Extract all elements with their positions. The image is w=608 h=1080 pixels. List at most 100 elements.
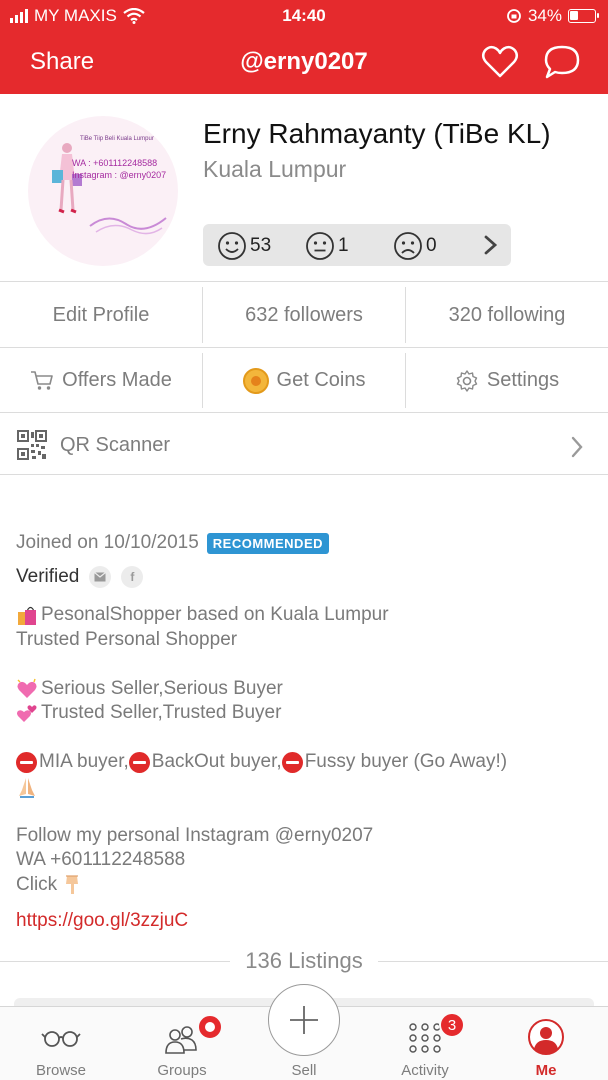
followers-button[interactable]: 632 followers [203, 283, 405, 347]
battery-icon [568, 9, 599, 23]
facebook-verified-icon: f [121, 566, 144, 588]
shopping-bags-icon [18, 607, 36, 626]
header-bar: MY MAXIS 14:40 34% Share @erny0207 [0, 0, 608, 94]
praying-hands-icon [19, 777, 35, 798]
stats-row: Edit Profile 632 followers 320 following [0, 283, 608, 348]
plus-icon [290, 1006, 318, 1034]
bio-line: Trusted Seller,Trusted Buyer [16, 701, 596, 726]
neutral-face-icon [306, 232, 334, 260]
groups-icon [165, 1026, 197, 1054]
tab-groups[interactable]: Groups [127, 1007, 237, 1080]
listings-header: 136 Listings [0, 946, 608, 976]
decorative-swirl [89, 217, 167, 235]
sad-face-icon [394, 232, 422, 260]
profile-name: Erny Rahmayanty (TiBe KL) [203, 118, 551, 149]
orientation-lock-icon [507, 9, 521, 23]
two-hearts-icon [17, 705, 37, 723]
bio-line: Trusted Personal Shopper [16, 628, 596, 653]
rating-negative-count: 0 [426, 235, 437, 256]
bio-line-4: Trusted Seller,Trusted Buyer [41, 702, 282, 723]
tab-groups-label: Groups [157, 1062, 207, 1079]
profile-location: Kuala Lumpur [203, 156, 347, 182]
offers-made-button[interactable]: Offers Made [0, 349, 202, 412]
followers-label: 632 followers [245, 303, 363, 326]
bio-line [16, 775, 596, 800]
edit-profile-label: Edit Profile [52, 303, 150, 326]
status-right: 34% [506, 6, 599, 26]
bio-line-5a: MIA buyer, [39, 751, 129, 772]
cart-icon [31, 370, 53, 390]
heart-icon[interactable] [480, 42, 520, 82]
rating-positive-count: 53 [250, 235, 272, 256]
bio-text: PesonalShopper based on Kuala Lumpur Tru… [16, 603, 596, 897]
rating-negative: 0 [393, 231, 437, 261]
bio-line-8: Click [16, 873, 58, 895]
pointing-down-hand-icon [66, 875, 79, 894]
sparkling-heart-icon [17, 678, 37, 698]
bio-line: Follow my personal Instagram @erny0207 [16, 824, 596, 849]
no-entry-icon [16, 751, 37, 773]
share-button[interactable]: Share [30, 48, 94, 76]
user-avatar-icon [528, 1019, 564, 1055]
bio-line-1: PesonalShopper based on Kuala Lumpur [41, 604, 389, 625]
sell-button[interactable] [268, 984, 340, 1056]
chevron-right-icon [484, 235, 498, 255]
status-bar: MY MAXIS 14:40 34% [0, 0, 608, 32]
qr-scanner-label: QR Scanner [60, 434, 171, 456]
ratings-bar[interactable]: 53 1 0 [203, 224, 511, 266]
bio-line-3: Serious Seller,Serious Buyer [41, 677, 283, 699]
verified-label: Verified [16, 566, 80, 587]
chevron-right-icon [571, 436, 583, 458]
bio-line-5c: Fussy buyer (Go Away!) [304, 751, 508, 772]
tab-me[interactable]: Me [491, 1007, 601, 1080]
profile-section: TiBe Tiip Beli Kuala Lumpur WA : +601112… [0, 94, 608, 282]
verified-line: Verified f [16, 566, 144, 588]
bio-line-7: WA +601112248588 [16, 849, 186, 870]
offers-made-label: Offers Made [62, 369, 172, 391]
settings-label: Settings [486, 369, 560, 391]
rating-positive: 53 [217, 231, 271, 261]
bio-line-6: Follow my personal Instagram @erny0207 [16, 824, 374, 846]
no-entry-icon [281, 751, 303, 773]
bio-line: PesonalShopper based on Kuala Lumpur [16, 603, 596, 628]
avatar[interactable]: TiBe Tiip Beli Kuala Lumpur WA : +601112… [28, 116, 178, 266]
avatar-wa-text: WA : +601112248588 [72, 158, 158, 168]
chat-bubble-icon[interactable] [542, 42, 582, 82]
tab-browse[interactable]: Browse [6, 1007, 116, 1080]
actions-row: Offers Made Get Coins Settings [0, 349, 608, 413]
joined-date: Joined on 10/10/2015 [16, 532, 199, 553]
settings-button[interactable]: Settings [406, 349, 608, 412]
recommended-badge: RECOMMENDED [206, 532, 330, 554]
edit-profile-button[interactable]: Edit Profile [0, 283, 202, 347]
following-button[interactable]: 320 following [406, 283, 608, 347]
tab-activity-label: Activity [401, 1062, 449, 1079]
tab-sell-label: Sell [291, 1062, 317, 1079]
smile-face-icon [218, 232, 246, 260]
qr-scanner-row[interactable]: QR Scanner [0, 414, 608, 475]
get-coins-button[interactable]: Get Coins [203, 349, 405, 412]
bio-line: Click [16, 873, 596, 898]
get-coins-label: Get Coins [276, 369, 366, 391]
battery-percent: 34% [527, 6, 562, 25]
bio-line: WA +601112248588 [16, 848, 596, 873]
bio-line: Serious Seller,Serious Buyer [16, 677, 596, 702]
tab-activity[interactable]: 3 Activity [370, 1007, 480, 1080]
rating-neutral: 1 [305, 231, 349, 261]
listings-count: 136 Listings [239, 948, 369, 973]
glasses-icon [41, 1031, 81, 1047]
following-label: 320 following [448, 303, 566, 326]
tab-me-label: Me [535, 1062, 557, 1079]
no-entry-icon [128, 751, 150, 773]
bio-line-2: Trusted Personal Shopper [16, 628, 238, 650]
email-verified-icon [89, 566, 112, 588]
bio-line: MIA buyer, BackOut buyer, Fussy buyer (G… [16, 750, 596, 775]
coin-icon [242, 367, 269, 394]
header-username: @erny0207 [240, 48, 368, 75]
gear-icon [456, 369, 478, 392]
activity-badge: 3 [439, 1012, 465, 1038]
joined-line: Joined on 10/10/2015 RECOMMENDED [16, 532, 330, 554]
bio-line-5b: BackOut buyer, [151, 751, 282, 772]
bio-link[interactable]: https://goo.gl/3zzjuC [16, 910, 188, 932]
avatar-instagram-text: Instagram : @erny0207 [72, 170, 167, 180]
tab-browse-label: Browse [35, 1062, 87, 1079]
